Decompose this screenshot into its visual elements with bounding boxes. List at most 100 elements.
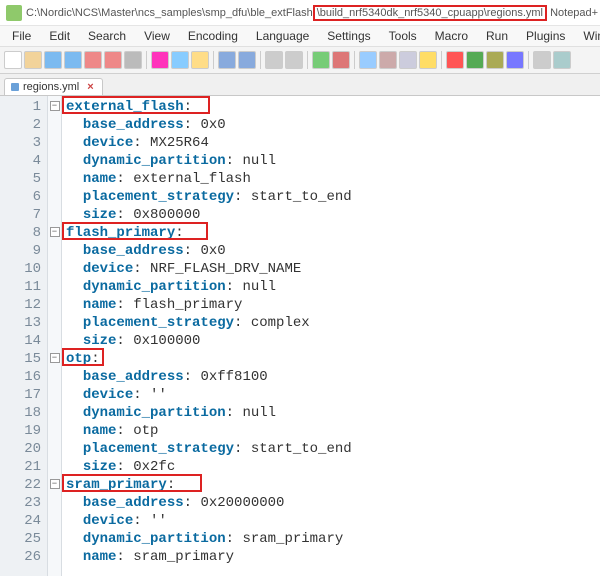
menu-item-view[interactable]: View bbox=[136, 27, 178, 45]
open-icon[interactable] bbox=[24, 51, 42, 69]
code-line[interactable]: name: otp bbox=[66, 422, 600, 440]
line-number: 22 bbox=[0, 476, 41, 494]
line-number: 19 bbox=[0, 422, 41, 440]
fold-spacer bbox=[48, 278, 61, 296]
zoom-out-icon[interactable] bbox=[332, 51, 350, 69]
save-icon[interactable] bbox=[44, 51, 62, 69]
code-line[interactable]: base_address: 0x0 bbox=[66, 116, 600, 134]
fold-spacer bbox=[48, 386, 61, 404]
fold-spacer bbox=[48, 548, 61, 566]
toolbar-separator bbox=[354, 51, 355, 69]
macro-play-icon[interactable] bbox=[466, 51, 484, 69]
code-line[interactable]: flash_primary: bbox=[66, 224, 600, 242]
code-line[interactable]: external_flash: bbox=[66, 98, 600, 116]
menu-item-encoding[interactable]: Encoding bbox=[180, 27, 246, 45]
fold-spacer bbox=[48, 314, 61, 332]
code-line[interactable]: base_address: 0x20000000 bbox=[66, 494, 600, 512]
code-line[interactable]: size: 0x100000 bbox=[66, 332, 600, 350]
code-line[interactable]: size: 0x2fc bbox=[66, 458, 600, 476]
save-all-icon[interactable] bbox=[64, 51, 82, 69]
fold-spacer bbox=[48, 458, 61, 476]
menu-item-language[interactable]: Language bbox=[248, 27, 317, 45]
find-icon[interactable] bbox=[265, 51, 283, 69]
editor-area[interactable]: 1234567891011121314151617181920212223242… bbox=[0, 96, 600, 576]
replace-icon[interactable] bbox=[285, 51, 303, 69]
menu-item-file[interactable]: File bbox=[4, 27, 39, 45]
menu-item-settings[interactable]: Settings bbox=[319, 27, 378, 45]
code-line[interactable]: base_address: 0xff8100 bbox=[66, 368, 600, 386]
toolbar bbox=[0, 46, 600, 74]
fold-toggle[interactable]: − bbox=[50, 479, 60, 489]
code-line[interactable]: dynamic_partition: sram_primary bbox=[66, 530, 600, 548]
code-line[interactable]: dynamic_partition: null bbox=[66, 278, 600, 296]
func-list-icon[interactable] bbox=[533, 51, 551, 69]
code-line[interactable]: device: '' bbox=[66, 512, 600, 530]
wrap-icon[interactable] bbox=[359, 51, 377, 69]
code-line[interactable]: dynamic_partition: null bbox=[66, 152, 600, 170]
code-line[interactable]: name: external_flash bbox=[66, 170, 600, 188]
fold-toggle[interactable]: − bbox=[50, 353, 60, 363]
close-all-icon[interactable] bbox=[104, 51, 122, 69]
code-line[interactable]: base_address: 0x0 bbox=[66, 242, 600, 260]
code-line[interactable]: name: sram_primary bbox=[66, 548, 600, 566]
code-view[interactable]: external_flash: base_address: 0x0 device… bbox=[62, 96, 600, 576]
code-line[interactable]: device: MX25R64 bbox=[66, 134, 600, 152]
line-number: 21 bbox=[0, 458, 41, 476]
toolbar-separator bbox=[441, 51, 442, 69]
fold-toggle[interactable]: − bbox=[50, 101, 60, 111]
fold-spacer bbox=[48, 368, 61, 386]
code-line[interactable]: name: flash_primary bbox=[66, 296, 600, 314]
indent-icon[interactable] bbox=[399, 51, 417, 69]
menu-item-run[interactable]: Run bbox=[478, 27, 516, 45]
code-line[interactable]: placement_strategy: start_to_end bbox=[66, 440, 600, 458]
app-icon bbox=[6, 5, 22, 21]
fold-spacer bbox=[48, 242, 61, 260]
file-icon bbox=[11, 83, 19, 91]
lang-icon[interactable] bbox=[419, 51, 437, 69]
redo-icon[interactable] bbox=[238, 51, 256, 69]
zoom-in-icon[interactable] bbox=[312, 51, 330, 69]
code-line[interactable]: device: '' bbox=[66, 386, 600, 404]
code-line[interactable]: size: 0x800000 bbox=[66, 206, 600, 224]
code-line[interactable]: dynamic_partition: null bbox=[66, 404, 600, 422]
title-app-name: Notepad+ bbox=[547, 7, 598, 19]
new-icon[interactable] bbox=[4, 51, 22, 69]
undo-icon[interactable] bbox=[218, 51, 236, 69]
title-path-prefix: C:\Nordic\NCS\Master\ncs_samples\smp_dfu… bbox=[26, 7, 313, 19]
code-line[interactable]: otp: bbox=[66, 350, 600, 368]
menu-item-search[interactable]: Search bbox=[80, 27, 134, 45]
macro-run-icon[interactable] bbox=[486, 51, 504, 69]
chars-icon[interactable] bbox=[379, 51, 397, 69]
line-number: 23 bbox=[0, 494, 41, 512]
line-number: 20 bbox=[0, 440, 41, 458]
line-number: 2 bbox=[0, 116, 41, 134]
toolbar-separator bbox=[307, 51, 308, 69]
map-icon[interactable] bbox=[553, 51, 571, 69]
menu-item-tools[interactable]: Tools bbox=[381, 27, 425, 45]
close-icon[interactable]: × bbox=[87, 81, 93, 93]
code-line[interactable]: device: NRF_FLASH_DRV_NAME bbox=[66, 260, 600, 278]
code-line[interactable]: placement_strategy: complex bbox=[66, 314, 600, 332]
line-number: 5 bbox=[0, 170, 41, 188]
line-number: 15 bbox=[0, 350, 41, 368]
print-icon[interactable] bbox=[124, 51, 142, 69]
menu-item-window[interactable]: Window bbox=[575, 27, 600, 45]
paste-icon[interactable] bbox=[191, 51, 209, 69]
line-number: 4 bbox=[0, 152, 41, 170]
macro-rec-icon[interactable] bbox=[446, 51, 464, 69]
menu-item-macro[interactable]: Macro bbox=[427, 27, 476, 45]
line-number: 17 bbox=[0, 386, 41, 404]
close-icon[interactable] bbox=[84, 51, 102, 69]
line-number: 3 bbox=[0, 134, 41, 152]
editor-tab[interactable]: regions.yml × bbox=[4, 78, 103, 95]
code-line[interactable]: placement_strategy: start_to_end bbox=[66, 188, 600, 206]
menu-item-plugins[interactable]: Plugins bbox=[518, 27, 573, 45]
fold-spacer bbox=[48, 152, 61, 170]
copy-icon[interactable] bbox=[171, 51, 189, 69]
code-line[interactable]: sram_primary: bbox=[66, 476, 600, 494]
fold-spacer bbox=[48, 422, 61, 440]
macro-save-icon[interactable] bbox=[506, 51, 524, 69]
cut-icon[interactable] bbox=[151, 51, 169, 69]
fold-toggle[interactable]: − bbox=[50, 227, 60, 237]
menu-item-edit[interactable]: Edit bbox=[41, 27, 78, 45]
